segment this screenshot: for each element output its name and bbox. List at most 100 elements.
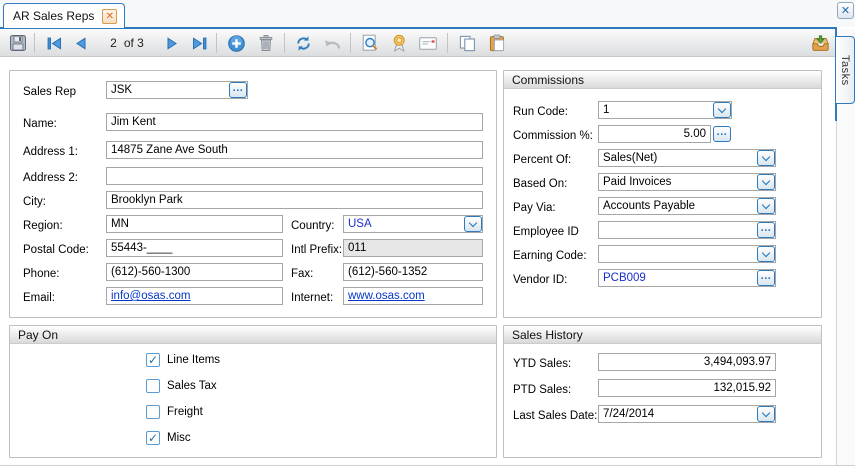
vendor-id-field[interactable]: PCB009 ...: [598, 269, 776, 287]
based-on-combobox[interactable]: Paid Invoices: [598, 173, 776, 191]
freight-row: ✓ Freight: [146, 405, 203, 419]
percent-of-dropdown-button[interactable]: [757, 150, 775, 166]
previous-record-button[interactable]: [68, 32, 92, 54]
line-items-label: Line Items: [167, 354, 220, 366]
checkin-import-button[interactable]: [808, 32, 832, 54]
sales-rep-value: JSK: [107, 82, 247, 98]
run-code-combobox[interactable]: 1: [598, 101, 732, 119]
country-combobox[interactable]: USA: [343, 215, 483, 233]
based-on-dropdown-button[interactable]: [757, 174, 775, 190]
earning-code-value: [599, 246, 775, 247]
toolbar-separator: [216, 33, 217, 53]
earning-code-combobox[interactable]: [598, 245, 776, 263]
copy-button[interactable]: [455, 32, 479, 54]
commission-pct-lookup-button[interactable]: ...: [713, 126, 731, 142]
last-sales-date-combobox[interactable]: 7/24/2014: [598, 405, 776, 423]
postal-code-field[interactable]: 55443-____: [106, 239, 283, 257]
ptd-sales-label: PTD Sales:: [513, 381, 571, 399]
paste-icon: [489, 34, 505, 52]
misc-checkbox[interactable]: ✓: [146, 431, 160, 445]
run-code-dropdown-button[interactable]: [713, 102, 731, 118]
window-close-button[interactable]: ✕: [837, 2, 854, 19]
commission-pct-label: Commission %:: [513, 127, 593, 145]
vendor-id-value: PCB009: [599, 270, 775, 286]
region-label: Region:: [23, 217, 63, 235]
freight-checkbox[interactable]: ✓: [146, 405, 160, 419]
pay-via-combobox[interactable]: Accounts Payable: [598, 197, 776, 215]
ellipsis-icon: ...: [761, 224, 772, 232]
employee-id-value: [599, 222, 775, 223]
fax-field[interactable]: (612)-560-1352: [343, 263, 483, 281]
earning-code-dropdown-button[interactable]: [757, 246, 775, 262]
address2-value: [107, 168, 482, 169]
copy-icon: [459, 35, 476, 52]
sales-rep-lookup-button[interactable]: ...: [229, 82, 247, 98]
region-field[interactable]: MN: [106, 215, 283, 233]
preview-button[interactable]: [358, 32, 382, 54]
paste-button[interactable]: [485, 32, 509, 54]
address1-field[interactable]: 14875 Zane Ave South: [106, 141, 483, 159]
next-record-button[interactable]: [160, 32, 184, 54]
postal-code-value: 55443-____: [107, 240, 282, 256]
check-icon: ✓: [148, 431, 158, 445]
line-items-row: ✓ Line Items: [146, 353, 220, 367]
record-indicator: 2 of 3: [96, 32, 158, 54]
address1-value: 14875 Zane Ave South: [107, 142, 482, 158]
employee-id-field[interactable]: ...: [598, 221, 776, 239]
chevron-down-icon: [762, 152, 770, 160]
employee-id-label: Employee ID: [513, 223, 579, 241]
last-sales-date-dropdown-button[interactable]: [757, 406, 775, 422]
commission-pct-value: 5.00: [599, 126, 710, 142]
line-items-checkbox[interactable]: ✓: [146, 353, 160, 367]
sales-tax-label: Sales Tax: [167, 380, 217, 392]
email-field[interactable]: info@osas.com: [106, 287, 283, 305]
commission-pct-field[interactable]: 5.00: [598, 125, 711, 143]
run-code-label: Run Code:: [513, 103, 568, 121]
pay-via-value: Accounts Payable: [599, 198, 775, 214]
toolbar-separator: [447, 33, 448, 53]
city-field[interactable]: Brooklyn Park: [106, 191, 483, 209]
address2-field[interactable]: [106, 167, 483, 185]
add-record-button[interactable]: [224, 32, 248, 54]
sales-history-groupbox: Sales History YTD Sales: 3,494,093.97 PT…: [503, 325, 822, 458]
next-record-icon: [165, 36, 180, 51]
ptd-sales-value: 132,015.92: [599, 380, 775, 396]
tab-ar-sales-reps[interactable]: AR Sales Reps ✕: [3, 3, 125, 28]
internet-field[interactable]: www.osas.com: [343, 287, 483, 305]
city-value: Brooklyn Park: [107, 192, 482, 208]
percent-of-combobox[interactable]: Sales(Net): [598, 149, 776, 167]
commissions-groupbox: Commissions Run Code: 1 Commission %: 5.…: [503, 70, 822, 318]
employee-id-lookup-button[interactable]: ...: [757, 222, 775, 238]
sales-tax-checkbox[interactable]: ✓: [146, 379, 160, 393]
toolbar-separator: [350, 33, 351, 53]
tasks-tab[interactable]: Tasks: [836, 36, 855, 104]
email-value[interactable]: info@osas.com: [107, 288, 282, 304]
name-field[interactable]: Jim Kent: [106, 113, 483, 131]
pay-via-dropdown-button[interactable]: [757, 198, 775, 214]
chevron-down-icon: [762, 200, 770, 208]
tab-close-icon[interactable]: ✕: [102, 9, 117, 24]
delete-record-button[interactable]: [254, 32, 278, 54]
pay-on-header: Pay On: [10, 326, 496, 344]
internet-value[interactable]: www.osas.com: [344, 288, 482, 304]
country-dropdown-button[interactable]: [464, 216, 482, 232]
inbox-import-icon: [811, 35, 830, 52]
save-button[interactable]: [6, 32, 30, 54]
approval-seal-button[interactable]: [387, 32, 411, 54]
ytd-sales-field[interactable]: 3,494,093.97: [598, 353, 776, 371]
run-code-value: 1: [599, 102, 731, 118]
last-record-button[interactable]: [187, 32, 211, 54]
first-record-button[interactable]: [42, 32, 66, 54]
vendor-id-label: Vendor ID:: [513, 271, 567, 289]
phone-field[interactable]: (612)-560-1300: [106, 263, 283, 281]
first-record-icon: [46, 36, 63, 51]
undo-button[interactable]: [320, 32, 344, 54]
sales-rep-field[interactable]: JSK ...: [106, 81, 248, 99]
last-sales-date-label: Last Sales Date:: [513, 407, 597, 425]
ptd-sales-field[interactable]: 132,015.92: [598, 379, 776, 397]
vendor-id-lookup-button[interactable]: ...: [757, 270, 775, 286]
address2-label: Address 2:: [23, 169, 78, 187]
intl-prefix-label: Intl Prefix:: [291, 241, 342, 259]
email-button[interactable]: [416, 32, 440, 54]
refresh-button[interactable]: [291, 32, 315, 54]
